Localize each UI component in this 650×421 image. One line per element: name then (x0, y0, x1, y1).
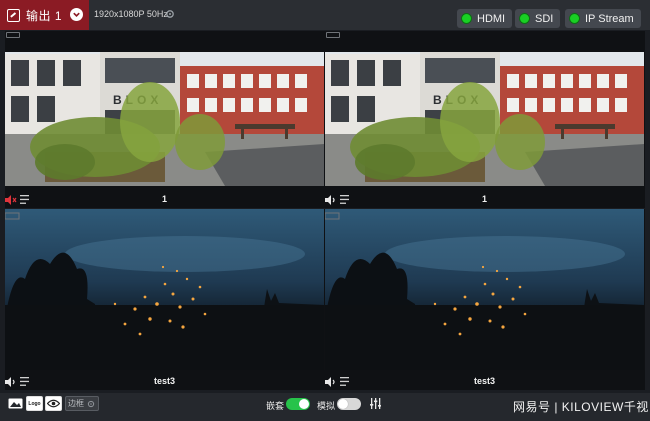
gear-icon[interactable] (165, 9, 175, 19)
preview-panel-4: test3 (325, 209, 645, 390)
ip-stream-label: IP Stream (585, 12, 634, 25)
preview-panel-1: BLOX (5, 31, 325, 208)
sdi-status-icon (519, 13, 530, 24)
video-preview[interactable] (5, 209, 324, 370)
preview-panel-3: test3 (5, 209, 325, 390)
sdi-button[interactable]: SDI (515, 9, 561, 28)
preview-panel-2: BLOX 1 (325, 31, 645, 208)
panel-controls: 1 (5, 193, 324, 207)
sdi-label: SDI (535, 12, 554, 25)
logo-label: Logo (28, 400, 41, 407)
embed-toggle[interactable] (286, 398, 310, 410)
top-bar: 输出 1 1920x1080P 50Hz HDMI SDI IP Stream (0, 0, 650, 30)
image-button[interactable] (7, 396, 24, 411)
hdmi-status-icon (461, 13, 472, 24)
panel-controls: 1 (325, 193, 644, 207)
input-tag-icon (326, 32, 340, 38)
hdmi-label: HDMI (477, 12, 506, 25)
panel-caption: test3 (473, 376, 495, 386)
image-icon (8, 398, 23, 409)
toggle-knob (338, 399, 348, 409)
chevron-down-icon[interactable] (70, 8, 83, 21)
resolution-text: 1920x1080P 50Hz (94, 9, 168, 19)
watermark-text: 网易号 | KILOVIEW千视 (513, 400, 649, 414)
output-label: 输出 1 (26, 8, 63, 23)
hdmi-button[interactable]: HDMI (457, 9, 513, 28)
output-selector[interactable]: 输出 1 (0, 0, 89, 30)
panel-caption: 1 (481, 194, 487, 204)
video-preview[interactable]: BLOX (5, 52, 324, 186)
analog-label: 模拟 (317, 401, 336, 411)
eye-button[interactable] (45, 396, 62, 411)
output-icon (7, 8, 20, 22)
panel-caption: 1 (161, 194, 167, 204)
border-button[interactable]: 边框 (65, 396, 99, 411)
ip-stream-status-icon (569, 13, 580, 24)
video-preview[interactable]: BLOX (325, 52, 644, 186)
embed-label: 嵌套 (266, 401, 285, 411)
panel-controls: test3 (325, 375, 644, 389)
bottom-toolbar: Logo 边框 嵌套 模拟 网易号 | KILOVIEW千视 (0, 393, 650, 421)
video-preview[interactable] (325, 209, 644, 370)
panel-controls: test3 (5, 375, 324, 389)
ip-stream-button[interactable]: IP Stream (565, 9, 641, 28)
logo-button[interactable]: Logo (26, 396, 43, 411)
equalizer-icon[interactable] (370, 398, 381, 409)
gear-icon (87, 400, 95, 407)
panel-caption: test3 (153, 376, 175, 386)
toggle-knob (299, 399, 309, 409)
input-tag-icon (6, 32, 20, 38)
eye-icon (47, 399, 60, 408)
analog-toggle[interactable] (337, 398, 361, 410)
border-label: 边框 (68, 399, 84, 408)
